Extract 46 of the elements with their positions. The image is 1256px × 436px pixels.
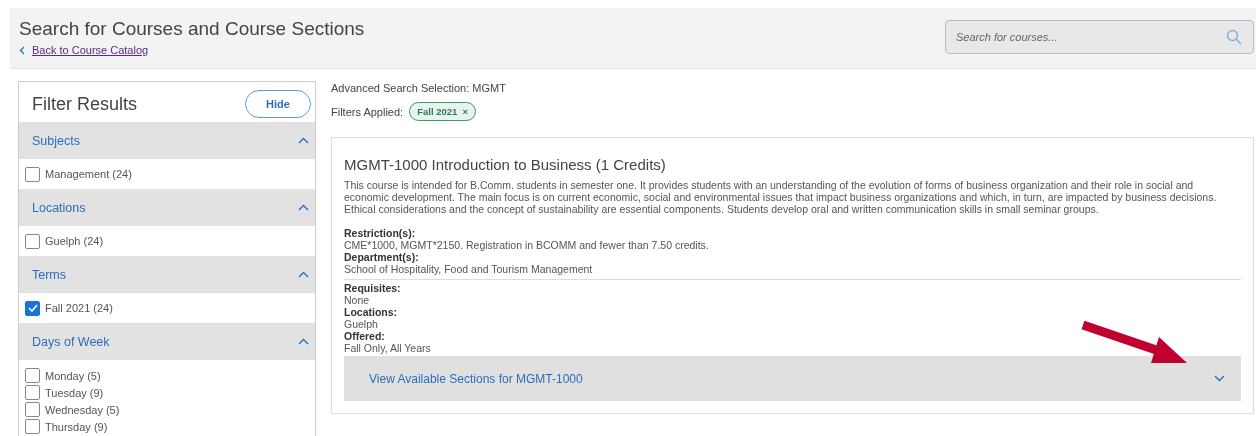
detail-label: Department(s): (344, 251, 420, 263)
filter-group-header[interactable]: Subjects (19, 122, 315, 159)
view-sections-toggle[interactable]: View Available Sections for MGMT-1000 (344, 356, 1241, 401)
filter-option-label: Guelph (24) (45, 235, 104, 247)
checkbox[interactable] (25, 368, 40, 383)
filter-option-label: Fall 2021 (24) (45, 302, 113, 314)
checkbox[interactable] (25, 385, 40, 400)
checkbox[interactable] (25, 402, 40, 417)
course-title: MGMT-1000 Introduction to Business (1 Credits) (344, 156, 667, 173)
chevron-up-icon (298, 137, 309, 144)
filter-option-label: Monday (5) (45, 369, 101, 382)
hide-button[interactable]: Hide (245, 90, 311, 118)
chevron-up-icon (298, 271, 309, 278)
detail-value: Fall Only, All Years (344, 342, 432, 354)
course-description: This course is intended for B.Comm. students in semester one. It provides students with an understanding of the evolution of forms of business organization and their role in social and economic development. The main focus is on current economic, social and environmental issues that impact business organizations and which, in turn, are impacted by business decisions. Ethical considerations and the concept of sustainability are essential components. Students develop oral and written communication skills in small seminar groups. (344, 179, 1218, 215)
filter-group-header[interactable]: Locations (19, 189, 315, 226)
back-link[interactable]: Back to Course Catalog (19, 44, 365, 56)
chevron-left-icon (19, 45, 25, 55)
chevron-up-icon (298, 338, 309, 345)
detail-value: Guelph (344, 318, 379, 330)
filter-option-label: Management (24) (45, 168, 132, 180)
detail-label: Offered: (344, 330, 386, 342)
checkbox[interactable] (25, 419, 40, 434)
search-field[interactable]: Search for courses... (945, 20, 1254, 54)
search-icon (1226, 29, 1242, 45)
detail-value: School of Hospitality, Food and Tourism Management (344, 263, 594, 275)
filter-option-label: Wednesday (5) (45, 403, 120, 416)
filter-group-header[interactable]: Days of Week (19, 323, 315, 360)
page-title: Search for Courses and Course Sections (19, 18, 365, 40)
chevron-up-icon (298, 204, 309, 211)
detail-value: None (344, 294, 371, 306)
detail-label: Requisites: (344, 282, 402, 294)
detail-value: CME*1000, MGMT*2150. Registration in BCOMM and fewer than 7.50 credits. (344, 239, 710, 251)
checkbox[interactable] (25, 166, 40, 182)
checkbox[interactable] (25, 300, 40, 316)
detail-label: Locations: (344, 306, 399, 318)
filter-title: Filter Results (32, 93, 138, 115)
checkbox[interactable] (25, 233, 40, 249)
filter-option-label: Tuesday (9) (45, 386, 104, 399)
filter-chip[interactable]: Fall 2021 × (409, 102, 477, 121)
filter-group-header[interactable]: Terms (19, 256, 315, 293)
advanced-search-text: Advanced Search Selection: MGMT (331, 82, 507, 94)
detail-label: Restriction(s): (344, 227, 417, 239)
filters-label: Filters Applied: (331, 105, 404, 118)
chevron-down-icon (1214, 375, 1225, 382)
filter-option-label: Thursday (9) (45, 420, 108, 433)
